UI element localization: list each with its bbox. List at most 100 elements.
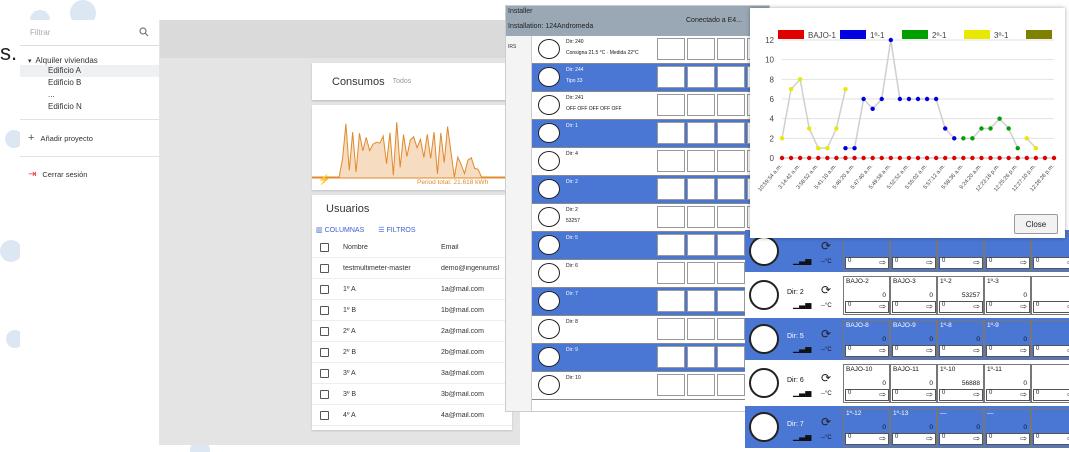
row-checkbox[interactable] xyxy=(320,368,329,378)
send-icon[interactable]: ⇨ xyxy=(926,434,933,443)
tree-item-edificio-b[interactable]: Edificio B xyxy=(20,77,159,89)
send-icon[interactable]: ⇨ xyxy=(1020,390,1027,399)
device-row-zoomed[interactable]: Dir: 6 ⟳ ▁▃▅ --°C BAJO-10 0 0 ⇨ BAJO-11 0… xyxy=(745,362,1069,405)
meter-input[interactable]: 0⇨ xyxy=(892,433,936,445)
meter-cell[interactable]: — 0 0 ⇨ xyxy=(937,408,984,447)
row-checkbox[interactable] xyxy=(320,263,329,273)
columns-button[interactable]: ▥ COLUMNAS xyxy=(316,226,364,234)
value-cell[interactable] xyxy=(657,94,685,116)
device-row[interactable]: Dir: 2 53257 xyxy=(532,204,769,232)
tree-item-edificio-n[interactable]: Edificio N xyxy=(20,101,159,113)
send-icon[interactable]: ⇨ xyxy=(973,346,980,355)
device-row[interactable]: Dir: 6 xyxy=(532,260,769,288)
meter-input[interactable]: 0⇨ xyxy=(939,433,983,445)
value-cell[interactable] xyxy=(687,318,715,340)
value-cell[interactable] xyxy=(657,178,685,200)
meter-cell[interactable]: BAJO-8 0 0 ⇨ xyxy=(843,320,890,359)
meter-cell[interactable]: 0⇨ xyxy=(1031,276,1069,315)
value-cell[interactable] xyxy=(687,122,715,144)
send-icon[interactable]: ⇨ xyxy=(973,390,980,399)
value-cell[interactable] xyxy=(687,206,715,228)
meter-input[interactable]: 0⇨ xyxy=(939,257,983,269)
send-icon[interactable]: ⇨ xyxy=(1020,434,1027,443)
value-cell[interactable] xyxy=(717,38,745,60)
tree-item-edificio-a[interactable]: Edificio A xyxy=(20,65,159,77)
value-cell[interactable] xyxy=(657,206,685,228)
value-cell[interactable] xyxy=(657,346,685,368)
meter-cell[interactable]: 1º-3 0 0 ⇨ xyxy=(984,276,1031,315)
table-row[interactable]: 3º B 3b@mail.com xyxy=(312,384,512,405)
bar-chart-icon[interactable]: ▁▃▅ xyxy=(793,388,811,397)
send-icon[interactable]: ⇨ xyxy=(973,258,980,267)
meter-cell[interactable]: BAJO-11 0 0 ⇨ xyxy=(890,364,937,403)
send-icon[interactable]: ⇨ xyxy=(1020,258,1027,267)
value-cell[interactable] xyxy=(717,94,745,116)
meter-cell[interactable]: 1º-9 0 0 ⇨ xyxy=(984,320,1031,359)
meter-cell[interactable]: BAJO-9 0 0 ⇨ xyxy=(890,320,937,359)
device-row-zoomed[interactable]: Dir: 5 ⟳ ▁▃▅ --°C BAJO-8 0 0 ⇨ BAJO-9 0 0… xyxy=(745,318,1069,361)
table-row[interactable]: 4º A 4a@mail.com xyxy=(312,405,512,426)
value-cell[interactable] xyxy=(717,318,745,340)
meter-input[interactable]: 0⇨ xyxy=(892,301,936,313)
meter-cell[interactable]: BAJO-10 0 0 ⇨ xyxy=(843,364,890,403)
row-checkbox[interactable] xyxy=(320,284,329,294)
refresh-icon[interactable]: ⟳ xyxy=(821,415,831,429)
meter-cell[interactable]: 1º-12 0 0 ⇨ xyxy=(843,408,890,447)
value-cell[interactable] xyxy=(657,122,685,144)
search-icon[interactable] xyxy=(139,26,149,39)
consumos-filter[interactable]: Todos xyxy=(393,78,412,85)
table-row[interactable]: 1º B 1b@mail.com xyxy=(312,300,512,321)
value-cell[interactable] xyxy=(657,374,685,396)
row-checkbox[interactable] xyxy=(320,305,329,315)
meter-cell[interactable]: 1º-10 56888 0 ⇨ xyxy=(937,364,984,403)
device-row[interactable]: Dir: 9 xyxy=(532,344,769,372)
value-cell[interactable] xyxy=(687,150,715,172)
send-icon[interactable]: ⇨ xyxy=(926,346,933,355)
meter-input[interactable]: 0⇨ xyxy=(939,389,983,401)
meter-input[interactable]: 0⇨ xyxy=(1033,345,1069,357)
device-row[interactable]: Dir: 1 xyxy=(532,120,769,148)
table-row[interactable]: 2º B 2b@mail.com xyxy=(312,342,512,363)
value-cell[interactable] xyxy=(717,66,745,88)
meter-cell[interactable]: 0⇨ xyxy=(1031,364,1069,403)
send-icon[interactable]: ⇨ xyxy=(926,390,933,399)
row-checkbox[interactable] xyxy=(320,326,329,336)
meter-input[interactable]: 0⇨ xyxy=(1033,257,1069,269)
value-cell[interactable] xyxy=(687,178,715,200)
device-row[interactable]: Dir: 244 Tipo 33 xyxy=(532,64,769,92)
bar-chart-icon[interactable]: ▁▃▅ xyxy=(793,300,811,309)
value-cell[interactable] xyxy=(717,290,745,312)
value-cell[interactable] xyxy=(657,262,685,284)
close-button[interactable]: Close xyxy=(1014,214,1058,234)
chevron-down-icon[interactable]: ▾ xyxy=(28,57,32,65)
send-icon[interactable]: ⇨ xyxy=(879,346,886,355)
meter-input[interactable]: 0⇨ xyxy=(845,301,889,313)
refresh-icon[interactable]: ⟳ xyxy=(821,371,831,385)
value-cell[interactable] xyxy=(657,38,685,60)
send-icon[interactable]: ⇨ xyxy=(926,258,933,267)
filters-button[interactable]: ☰ FILTROS xyxy=(378,226,415,234)
meter-cell[interactable]: — 0 0 ⇨ xyxy=(984,408,1031,447)
device-row[interactable]: Dir: 240 Consigna 21.5 °C · Medida 22°C xyxy=(532,36,769,64)
tree-group[interactable]: ▾ Alquiler viviendas xyxy=(20,46,159,65)
bar-chart-icon[interactable]: ▁▃▅ xyxy=(793,432,811,441)
device-row[interactable]: Dir: 7 xyxy=(532,288,769,316)
meter-cell[interactable]: BAJO-2 0 0 ⇨ xyxy=(843,276,890,315)
meter-input[interactable]: 0⇨ xyxy=(986,345,1030,357)
meter-cell[interactable]: 1º-8 0 0 ⇨ xyxy=(937,320,984,359)
value-cell[interactable] xyxy=(687,346,715,368)
col-email[interactable]: Email xyxy=(441,244,512,251)
meter-input[interactable]: 0⇨ xyxy=(845,433,889,445)
send-icon[interactable]: ⇨ xyxy=(879,258,886,267)
col-nombre[interactable]: Nombre xyxy=(343,244,441,251)
send-icon[interactable]: ⇨ xyxy=(879,390,886,399)
value-cell[interactable] xyxy=(687,94,715,116)
value-cell[interactable] xyxy=(687,38,715,60)
value-cell[interactable] xyxy=(687,290,715,312)
meter-input[interactable]: 0⇨ xyxy=(845,257,889,269)
device-row-zoomed[interactable]: Dir: 7 ⟳ ▁▃▅ --°C 1º-12 0 0 ⇨ 1º-13 0 0 ⇨ … xyxy=(745,406,1069,449)
add-project-button[interactable]: + Añadir proyecto xyxy=(20,126,159,150)
meter-cell[interactable]: 1º-11 0 0 ⇨ xyxy=(984,364,1031,403)
meter-input[interactable]: 0⇨ xyxy=(986,389,1030,401)
meter-input[interactable]: 0⇨ xyxy=(1033,389,1069,401)
